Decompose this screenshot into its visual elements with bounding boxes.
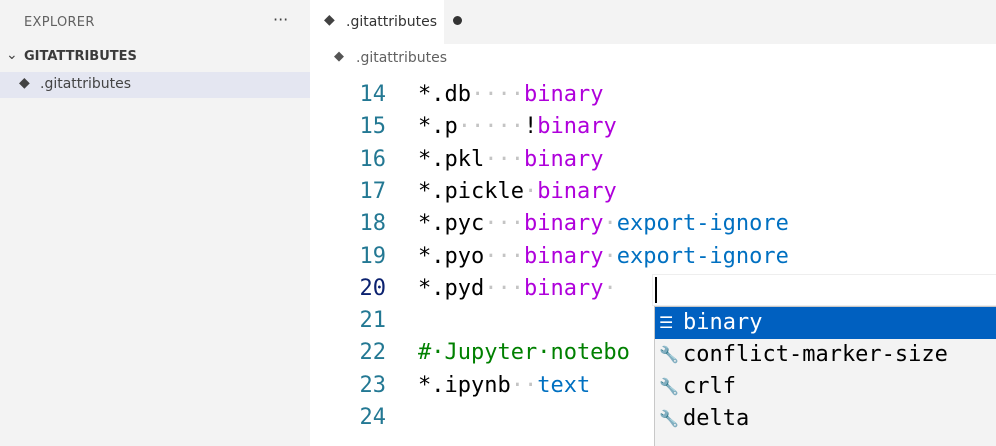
wrench-icon: 🔧: [659, 345, 679, 364]
pattern-token: *.pyo: [418, 243, 485, 269]
code-line[interactable]: 20 *.pyd···binary·: [310, 273, 996, 305]
whitespace-marker: ···: [484, 275, 524, 301]
code-line[interactable]: 18 *.pyc···binary·export-ignore: [310, 208, 996, 240]
breadcrumb: ◆ .gitattributes: [310, 44, 996, 72]
attribute-value-token: export-ignore: [616, 211, 789, 237]
line-number: 17: [359, 178, 387, 204]
file-item-label: .gitattributes: [40, 76, 132, 92]
whitespace-marker: ·: [603, 211, 617, 237]
wrench-icon: 🔧: [659, 409, 679, 428]
attribute-token: binary: [523, 275, 604, 301]
wrench-icon: 🔧: [659, 377, 679, 396]
pattern-token: *.db: [418, 82, 471, 107]
attribute-token: binary: [523, 243, 604, 269]
whitespace-marker: ····: [470, 82, 524, 107]
line-number: 22: [359, 340, 387, 366]
attribute-token: binary: [523, 82, 604, 107]
ellipsis-icon[interactable]: ···: [273, 10, 288, 29]
unsaved-dot-icon[interactable]: [453, 16, 462, 25]
pattern-token: *.pkl: [418, 146, 485, 172]
folder-section-gitattributes[interactable]: ⌄ GITATTRIBUTES: [0, 45, 310, 69]
code-text: *.db····binary: [418, 79, 603, 111]
suggest-item[interactable]: 🔧 delta: [655, 403, 996, 435]
attribute-token: binary: [523, 211, 604, 237]
attribute-token: binary: [523, 146, 604, 172]
code-text: *.ipynb··text: [418, 370, 590, 402]
code-line[interactable]: 17 *.pickle·binary: [310, 176, 996, 208]
code-text: *.pyd···binary·: [418, 273, 617, 305]
code-text: *.p·····!binary: [418, 111, 617, 143]
code-line[interactable]: 15 *.p·····!binary: [310, 111, 996, 143]
code-text: *.pkl···binary: [418, 144, 603, 176]
suggest-item[interactable]: ☰ binary: [655, 307, 996, 339]
tab-label: .gitattributes: [346, 14, 438, 30]
code-text: *.pyo···binary·export-ignore: [418, 241, 789, 273]
whitespace-marker: ···: [484, 211, 524, 237]
whitespace-marker: ·····: [457, 114, 524, 140]
whitespace-marker: ···: [484, 243, 524, 269]
code-text: *.pyc···binary·export-ignore: [418, 208, 789, 240]
suggest-widget: ☰ binary 🔧 conflict-marker-size 🔧 crlf 🔧 delta: [654, 306, 996, 446]
suggest-item-label: crlf: [683, 374, 736, 399]
pattern-token: *.pyc: [418, 211, 485, 237]
explorer-title: EXPLORER: [24, 15, 95, 30]
attribute-value-token: export-ignore: [616, 243, 789, 269]
breadcrumb-item-file[interactable]: .gitattributes: [356, 50, 447, 66]
text-cursor: [655, 277, 657, 303]
line-number: 24: [359, 405, 387, 430]
pattern-token: *.p: [418, 114, 458, 140]
line-number: 15: [359, 114, 387, 140]
code-text: #·Jupyter·notebo: [418, 337, 630, 369]
pattern-token: *.pyd: [418, 275, 485, 301]
suggest-item-label: binary: [683, 310, 763, 335]
line-number: 16: [359, 146, 387, 172]
git-file-icon: ◆: [334, 49, 344, 64]
pattern-token: *.pickle: [418, 178, 524, 204]
suggest-item[interactable]: 🔧 conflict-marker-size: [655, 339, 996, 371]
whitespace-marker: ·: [603, 243, 617, 269]
line-number: 18: [359, 211, 387, 237]
whitespace-marker: ··: [510, 372, 538, 398]
editor-tab-bar: ◆ .gitattributes: [310, 0, 996, 44]
pattern-token: *.ipynb: [418, 372, 511, 398]
attribute-value-token: text: [537, 372, 591, 398]
code-line[interactable]: 19 *.pyo···binary·export-ignore: [310, 241, 996, 273]
whitespace-marker: ···: [484, 146, 524, 172]
line-number: 14: [359, 82, 387, 107]
whitespace-marker: ·: [523, 178, 538, 204]
folder-section-label: GITATTRIBUTES: [24, 49, 137, 64]
line-number: 21: [359, 308, 387, 334]
suggest-item-label: conflict-marker-size: [683, 342, 948, 367]
code-line[interactable]: 14 *.db····binary: [310, 79, 996, 111]
code-line[interactable]: 16 *.pkl···binary: [310, 144, 996, 176]
explorer-sidebar: EXPLORER ··· ⌄ GITATTRIBUTES ◆ .gitattri…: [0, 0, 310, 446]
file-item-gitattributes[interactable]: ◆ .gitattributes: [0, 72, 310, 98]
attribute-token: binary: [537, 114, 617, 140]
negation-token: !: [523, 114, 538, 140]
line-number: 20: [359, 275, 387, 301]
line-number: 19: [359, 243, 387, 269]
comment-token: #·Jupyter·notebo: [418, 340, 630, 366]
tab-gitattributes[interactable]: ◆ .gitattributes: [310, 0, 462, 44]
line-number: 23: [359, 372, 387, 398]
attribute-token: binary: [537, 178, 617, 204]
snippet-icon: ☰: [659, 313, 674, 332]
whitespace-marker: ·: [603, 275, 617, 301]
chevron-down-icon: ⌄: [6, 47, 18, 63]
git-file-icon: ◆: [19, 75, 30, 91]
suggest-item-label: delta: [683, 406, 750, 431]
code-text: *.pickle·binary: [418, 176, 617, 208]
git-file-icon: ◆: [324, 12, 335, 28]
suggest-item[interactable]: 🔧 crlf: [655, 371, 996, 403]
